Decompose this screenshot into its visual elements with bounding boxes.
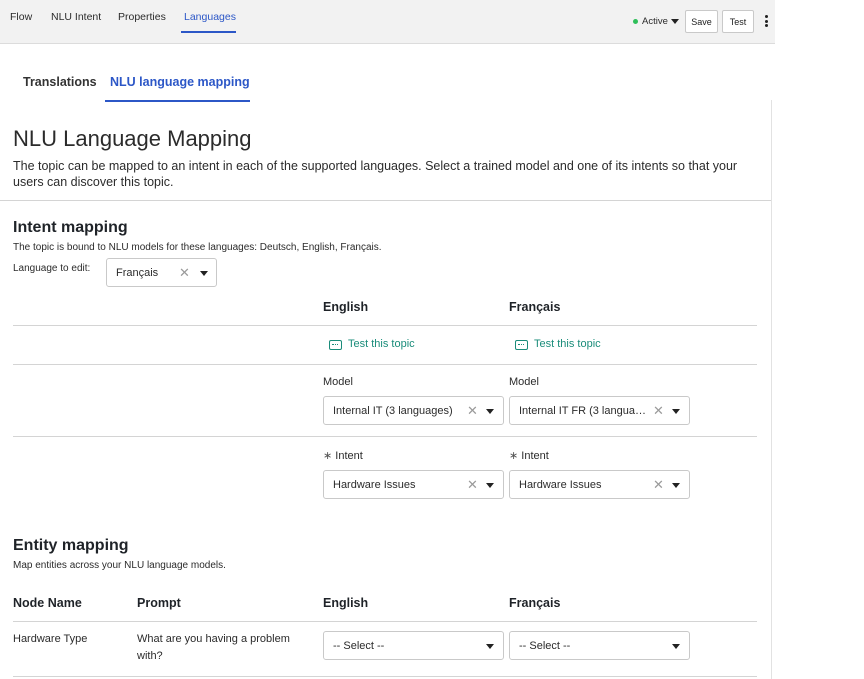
entity-mapping-title: Entity mapping xyxy=(13,537,129,554)
chevron-down-icon[interactable] xyxy=(672,483,680,488)
entity-select-english[interactable]: -- Select -- xyxy=(323,631,504,660)
clear-icon[interactable]: ✕ xyxy=(179,265,190,281)
tab-languages[interactable]: Languages xyxy=(184,11,236,23)
top-nav-bar: Flow NLU Intent Properties Languages Act… xyxy=(0,0,775,44)
more-options-icon[interactable] xyxy=(765,15,769,29)
chat-icon xyxy=(329,340,342,350)
intent-mapping-title: Intent mapping xyxy=(13,219,128,236)
language-select[interactable]: Français ✕ xyxy=(106,258,217,287)
save-button[interactable]: Save xyxy=(685,10,718,33)
required-asterisk: ∗ xyxy=(323,450,333,462)
node-name-cell: Hardware Type xyxy=(13,633,88,645)
chevron-down-icon[interactable] xyxy=(672,644,680,649)
entity-select-french[interactable]: -- Select -- xyxy=(509,631,690,660)
active-subtab-indicator xyxy=(105,100,250,102)
clear-icon[interactable]: ✕ xyxy=(467,403,478,419)
intent-value-english: Hardware Issues xyxy=(333,479,416,491)
column-header-french: Français xyxy=(509,596,561,610)
model-label-french: Model xyxy=(509,376,539,388)
divider xyxy=(13,364,757,365)
model-select-french[interactable]: Internal IT FR (3 langua… ✕ xyxy=(509,396,690,425)
entity-select-english-value: -- Select -- xyxy=(333,640,385,652)
divider xyxy=(13,325,757,326)
divider xyxy=(13,436,757,437)
test-topic-link-french[interactable]: Test this topic xyxy=(534,338,601,350)
model-value-english: Internal IT (3 languages) xyxy=(333,405,453,417)
language-select-value: Français xyxy=(116,267,159,279)
clear-icon[interactable]: ✕ xyxy=(653,477,664,493)
chat-icon xyxy=(515,340,528,350)
test-topic-link-english[interactable]: Test this topic xyxy=(348,338,415,350)
status-dot-icon xyxy=(633,19,638,24)
status-dropdown-label[interactable]: Active xyxy=(642,16,668,27)
tab-translations[interactable]: Translations xyxy=(23,75,97,89)
prompt-cell-line1: What are you having a problem xyxy=(137,633,290,645)
tab-nlu-intent[interactable]: NLU Intent xyxy=(51,11,101,23)
chevron-down-icon[interactable] xyxy=(486,409,494,414)
model-value-french: Internal IT FR (3 langua… xyxy=(519,405,646,417)
clear-icon[interactable]: ✕ xyxy=(653,403,664,419)
column-header-english: English xyxy=(323,300,369,314)
chevron-down-icon[interactable] xyxy=(486,644,494,649)
intent-label-english: ∗ Intent xyxy=(323,450,363,462)
chevron-down-icon[interactable] xyxy=(672,409,680,414)
chevron-down-icon[interactable] xyxy=(671,19,679,24)
model-label-english: Model xyxy=(323,376,353,388)
prompt-cell-line2: with? xyxy=(137,650,163,662)
chevron-down-icon[interactable] xyxy=(200,271,208,276)
entity-mapping-subtitle: Map entities across your NLU language mo… xyxy=(13,560,226,571)
intent-select-english[interactable]: Hardware Issues ✕ xyxy=(323,470,504,499)
clear-icon[interactable]: ✕ xyxy=(467,477,478,493)
model-select-english[interactable]: Internal IT (3 languages) ✕ xyxy=(323,396,504,425)
page-description: The topic can be mapped to an intent in … xyxy=(13,159,738,189)
required-asterisk: ∗ xyxy=(509,450,519,462)
divider xyxy=(13,621,757,622)
tab-nlu-language-mapping[interactable]: NLU language mapping xyxy=(110,75,250,89)
content-panel-border xyxy=(771,100,772,679)
column-header-english: English xyxy=(323,596,369,610)
column-header-node-name: Node Name xyxy=(13,596,82,610)
divider xyxy=(0,200,771,201)
divider xyxy=(13,676,757,677)
intent-label-french: ∗ Intent xyxy=(509,450,549,462)
active-tab-indicator xyxy=(181,31,236,33)
tab-flow[interactable]: Flow xyxy=(10,11,32,23)
test-button[interactable]: Test xyxy=(722,10,754,33)
tab-properties[interactable]: Properties xyxy=(118,11,166,23)
language-to-edit-label: Language to edit: xyxy=(13,263,91,274)
intent-select-french[interactable]: Hardware Issues ✕ xyxy=(509,470,690,499)
bound-languages-text: The topic is bound to NLU models for the… xyxy=(13,242,382,253)
column-header-prompt: Prompt xyxy=(137,596,181,610)
chevron-down-icon[interactable] xyxy=(486,483,494,488)
page-title: NLU Language Mapping xyxy=(13,126,252,151)
entity-select-french-value: -- Select -- xyxy=(519,640,571,652)
column-header-french: Français xyxy=(509,300,561,314)
intent-value-french: Hardware Issues xyxy=(519,479,602,491)
